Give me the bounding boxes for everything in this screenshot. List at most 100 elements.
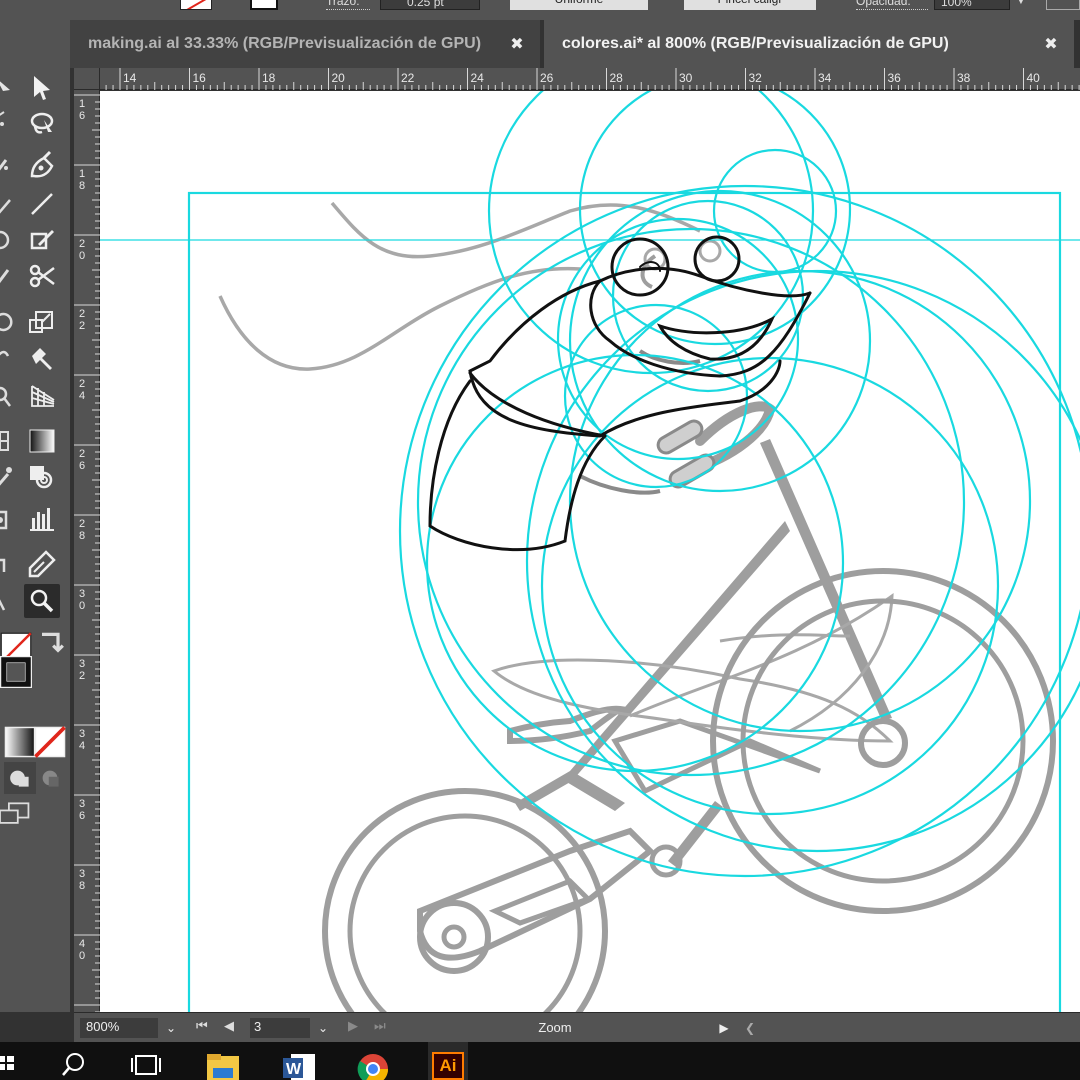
windows-taskbar: W Ai	[0, 1042, 1080, 1080]
last-artboard-icon[interactable]: ⏭	[374, 1018, 394, 1038]
blend-tool-icon[interactable]	[26, 462, 58, 494]
ruler-label: 28	[78, 518, 86, 542]
sketch-crank	[417, 900, 491, 974]
shaper-tool-icon[interactable]	[26, 224, 58, 256]
tab-title: colores.ai* al 800% (RGB/Previsualizació…	[562, 35, 949, 52]
curvature-tool-icon[interactable]	[26, 150, 58, 182]
ruler-label: 32	[78, 658, 86, 682]
ruler-label: 28	[609, 71, 623, 85]
horizontal-ruler-ticks	[105, 68, 1080, 90]
ruler-label: 36	[78, 798, 86, 822]
next-artboard-icon[interactable]: ▶	[348, 1018, 368, 1038]
ruler-label: 26	[78, 448, 86, 472]
ruler-label: 32	[748, 71, 762, 85]
scale-tool-icon[interactable]	[26, 306, 58, 338]
tools-panel	[0, 20, 70, 1012]
artboard-number-field[interactable]: 3	[250, 1018, 310, 1038]
stroke-swatch[interactable]	[250, 0, 278, 10]
ruler-label: 18	[78, 168, 86, 192]
start-icon[interactable]	[0, 1042, 14, 1080]
word-icon[interactable]: W	[280, 1042, 318, 1080]
tab-title: making.ai al 33.33% (RGB/Previsualizació…	[88, 35, 482, 52]
ruler-label: 22	[401, 71, 415, 85]
ruler-label: 16	[192, 71, 206, 85]
draw-behind-icon[interactable]	[34, 762, 60, 788]
horizontal-ruler[interactable]: 14 16 18 20 22 24 26 28 30 32 34 36 38 40	[100, 68, 1080, 90]
sketch-chain-guard-inner	[488, 878, 593, 926]
swap-fill-stroke-icon[interactable]	[34, 628, 64, 653]
fill-swatch[interactable]	[180, 0, 212, 10]
scroll-left-icon[interactable]: ❮	[740, 1018, 760, 1038]
ruler-label: 14	[123, 71, 137, 85]
ruler-label: 30	[78, 588, 86, 612]
ruler-label: 26	[540, 71, 554, 85]
ruler-label: 34	[818, 71, 832, 85]
file-explorer-icon[interactable]	[204, 1042, 242, 1080]
artboard-boundary	[187, 191, 1062, 1012]
sketch-crank-center	[441, 924, 467, 950]
sketch-grip	[656, 419, 704, 455]
zoom-tool-icon[interactable]	[24, 584, 60, 618]
close-icon[interactable]: ✖	[1042, 34, 1060, 54]
screen-mode-icon[interactable]	[0, 798, 36, 826]
fill-none-swatch[interactable]	[0, 632, 32, 664]
control-bar: Trazo: 0.25 pt Uniforme Pincel caligr Op…	[0, 0, 1080, 20]
document-tab-bar: making.ai al 33.33% (RGB/Previsualizació…	[70, 20, 1080, 68]
none-mode-icon[interactable]	[34, 726, 66, 758]
status-bar: 800% ⌄ ⏮ ◀ 3 ⌄ ▶ ⏭ Zoom ▶ ❮	[74, 1012, 1080, 1042]
ruler-label: 38	[78, 868, 86, 892]
ruler-label: 38	[957, 71, 971, 85]
ruler-label: 18	[262, 71, 276, 85]
gradient-tool-icon[interactable]	[26, 426, 58, 458]
chevron-down-icon[interactable]: ⌄	[160, 1018, 182, 1038]
ruler-label: 16	[78, 98, 86, 122]
graphic-style-swatch[interactable]	[1046, 0, 1080, 10]
svg-text:W: W	[286, 1061, 302, 1078]
variable-width-profile-dropdown[interactable]: Uniforme	[510, 0, 648, 10]
direct-selection-tool-icon[interactable]	[26, 72, 58, 104]
chevron-down-icon[interactable]: ⌄	[312, 1018, 334, 1038]
sketch-bike-frame	[565, 773, 625, 811]
ruler-label: 40	[1026, 71, 1040, 85]
column-graph-tool-icon[interactable]	[26, 504, 58, 536]
slice-tool-icon[interactable]	[26, 548, 58, 580]
brush-definition-dropdown[interactable]: Pincel caligr	[684, 0, 816, 10]
previous-artboard-icon[interactable]: ◀	[224, 1018, 244, 1038]
artboard-canvas[interactable]	[100, 91, 1080, 1012]
status-tool-label: Zoom	[538, 1020, 572, 1035]
stroke-color-swatch[interactable]	[0, 656, 52, 708]
vertical-ruler[interactable]: 16 18 20 22 24 26 28 30 32 34 36 38 40	[74, 90, 100, 1012]
draw-normal-icon[interactable]	[4, 762, 36, 794]
lasso-tool-icon[interactable]	[26, 108, 58, 140]
opacity-field[interactable]: 100%	[934, 0, 1010, 10]
ruler-label: 24	[470, 71, 484, 85]
ruler-origin[interactable]	[74, 68, 100, 90]
puppet-warp-tool-icon[interactable]	[26, 342, 58, 374]
scissors-tool-icon[interactable]	[26, 260, 58, 292]
ruler-label: 24	[78, 378, 86, 402]
illustrator-icon: Ai	[432, 1052, 464, 1080]
search-icon[interactable]	[58, 1042, 88, 1080]
perspective-grid-tool-icon[interactable]	[26, 380, 58, 412]
ruler-label: 20	[78, 238, 86, 262]
ruler-label: 30	[679, 71, 693, 85]
opacity-label[interactable]: Opacidad:	[856, 0, 928, 10]
chevron-down-icon[interactable]: ▼	[1016, 0, 1030, 12]
gradient-mode-icon[interactable]	[4, 726, 36, 758]
chrome-icon[interactable]	[354, 1042, 392, 1080]
artwork[interactable]	[100, 91, 1080, 1012]
task-view-icon[interactable]	[130, 1042, 162, 1080]
close-icon[interactable]: ✖	[508, 34, 526, 54]
tab-making-ai[interactable]: making.ai al 33.33% (RGB/Previsualizació…	[70, 20, 540, 68]
tab-colores-ai[interactable]: colores.ai* al 800% (RGB/Previsualizació…	[544, 20, 1074, 68]
status-menu-arrow-icon[interactable]: ▶	[714, 1018, 734, 1038]
stroke-weight-label[interactable]: Trazo:	[326, 0, 370, 10]
illustrator-window: Trazo: 0.25 pt Uniforme Pincel caligr Op…	[0, 0, 1080, 1080]
first-artboard-icon[interactable]: ⏮	[196, 1018, 216, 1038]
illustrator-taskbar-item[interactable]: Ai	[428, 1042, 468, 1080]
line-segment-tool-icon[interactable]	[26, 188, 58, 220]
ruler-label: 36	[887, 71, 901, 85]
stroke-weight-field[interactable]: 0.25 pt	[380, 0, 480, 10]
zoom-level-field[interactable]: 800%	[80, 1018, 158, 1038]
sketch-pedal-arm	[668, 801, 723, 867]
